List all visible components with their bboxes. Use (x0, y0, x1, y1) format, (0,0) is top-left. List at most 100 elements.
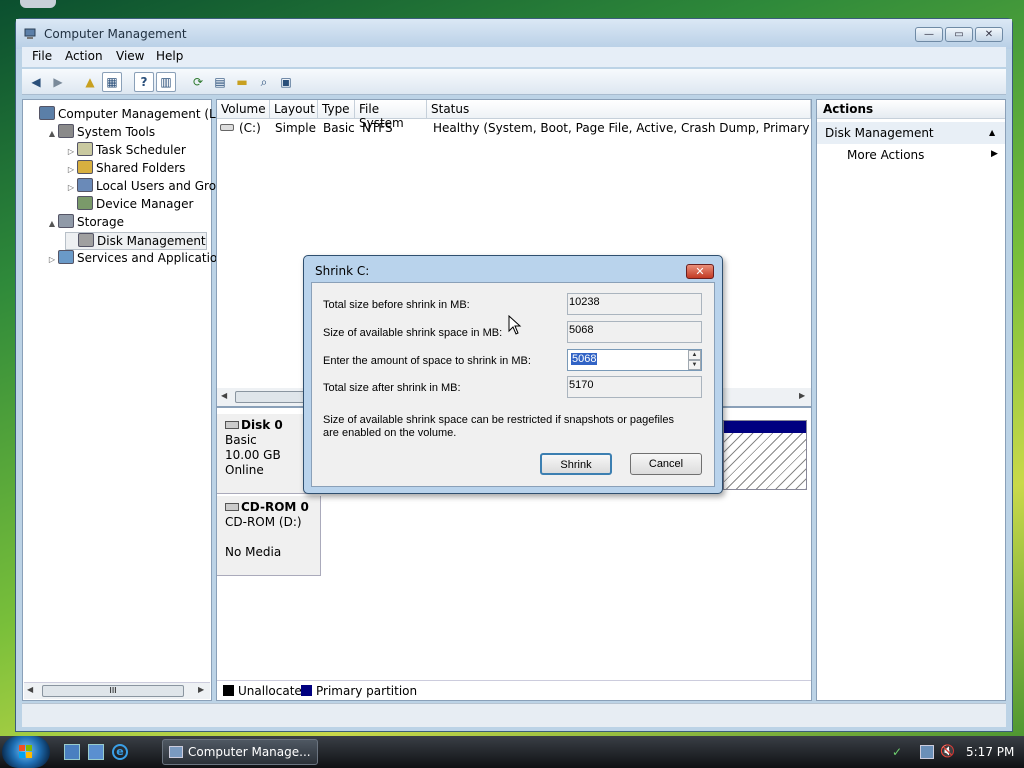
more-actions-item[interactable]: More Actions ▶ (847, 148, 998, 162)
back-arrow-icon[interactable]: ◀ (26, 72, 46, 92)
submenu-arrow-icon: ▶ (991, 149, 998, 159)
cell-layout: Simple (275, 121, 316, 135)
dialog-close-button[interactable]: ✕ (686, 264, 714, 279)
shrink-amount-value: 5068 (571, 353, 598, 365)
status-bar (22, 703, 1006, 727)
total-after-label: Total size after shrink in MB: (323, 382, 461, 394)
scroll-left-arrow-icon[interactable]: ◀ (27, 685, 33, 694)
legend-swatch-unallocated (223, 685, 234, 696)
tree-item[interactable]: Device Manager (65, 196, 193, 214)
show-hide-tree-icon[interactable]: ▦ (102, 72, 122, 92)
cancel-button[interactable]: Cancel (630, 453, 702, 475)
spin-up-icon[interactable]: ▲ (688, 350, 701, 360)
tree-item[interactable]: ▲ System Tools (46, 124, 155, 142)
expander-icon[interactable]: ▷ (65, 165, 77, 174)
tree-item[interactable]: ▲ Storage (46, 214, 124, 232)
scroll-right-arrow-icon[interactable]: ▶ (799, 391, 805, 400)
expander-icon[interactable]: ▷ (46, 255, 58, 264)
tree-item[interactable]: ▷ Services and Applications (46, 250, 231, 268)
collapse-up-icon[interactable]: ▲ (989, 128, 995, 137)
tree-horizontal-scrollbar[interactable]: ◀ III ▶ (24, 682, 210, 699)
menu-file[interactable]: File (32, 49, 52, 63)
column-header-volume[interactable]: Volume (217, 100, 270, 119)
menu-help[interactable]: Help (156, 49, 183, 63)
amount-label: Enter the amount of space to shrink in M… (323, 355, 531, 367)
security-check-icon[interactable]: ✓ (892, 745, 906, 759)
dialog-body: Total size before shrink in MB: 10238 Si… (311, 282, 715, 487)
column-header-file-system[interactable]: File System (355, 100, 427, 130)
table-row[interactable]: (C:) Simple Basic NTFS Healthy (System, … (217, 120, 811, 138)
expander-icon[interactable]: ▷ (65, 147, 77, 156)
disk-0-partition-c[interactable] (723, 420, 807, 490)
tree-item-label: Shared Folders (96, 161, 186, 175)
help-icon[interactable]: ? (134, 72, 154, 92)
shrink-button[interactable]: Shrink (540, 453, 612, 475)
taskbar-computer-management[interactable]: Computer Manage... (162, 739, 318, 765)
menu-view[interactable]: View (116, 49, 144, 63)
up-folder-icon[interactable]: ▲ (80, 72, 100, 92)
spin-down-icon[interactable]: ▼ (688, 360, 701, 370)
legend: Unallocated Primary partition (217, 680, 811, 700)
taskbar-task-label: Computer Manage... (188, 745, 311, 759)
tree-item-label: Computer Management (Local (58, 107, 241, 121)
cell-file-system: NTFS (362, 121, 393, 135)
volume-muted-icon[interactable]: 🔇 (940, 744, 955, 758)
disk-settings-icon[interactable]: ▣ (276, 72, 296, 92)
actions-section-disk-management[interactable]: Disk Management ▲ (817, 122, 1005, 144)
tree-item[interactable]: ▷ Shared Folders (65, 160, 185, 178)
disk-icon (78, 233, 94, 247)
device-manager-icon (77, 196, 93, 210)
computer-management-icon (169, 746, 183, 758)
search-icon[interactable]: ⌕ (254, 72, 274, 92)
properties-icon[interactable]: ▤ (210, 72, 230, 92)
computer-management-icon (24, 28, 36, 39)
partition-hatch (724, 433, 806, 489)
toolbar: ◀ ▶ ▲ ▦ ? ▥ ⟳ ▤ ▬ ⌕ ▣ (22, 69, 1006, 95)
start-button[interactable] (2, 736, 50, 768)
refresh-icon[interactable]: ⟳ (188, 72, 208, 92)
network-icon[interactable] (920, 745, 934, 759)
tree-item[interactable]: ▷ Task Scheduler (65, 142, 186, 160)
legend-swatch-primary (301, 685, 312, 696)
open-folder-icon[interactable]: ▬ (232, 72, 252, 92)
scroll-left-arrow-icon[interactable]: ◀ (221, 391, 227, 400)
minimize-button[interactable]: — (915, 27, 943, 42)
legend-unallocated: Unallocated (238, 684, 310, 698)
tree-item-label: Task Scheduler (96, 143, 186, 157)
scroll-right-arrow-icon[interactable]: ▶ (198, 685, 204, 694)
recycle-bin-icon[interactable] (20, 0, 56, 8)
close-window-button[interactable]: ✕ (975, 27, 1003, 42)
column-header-type[interactable]: Type (318, 100, 355, 119)
expander-icon[interactable]: ▲ (46, 129, 58, 138)
cdrom-0-label[interactable]: CD-ROM 0 CD-ROM (D:) No Media (217, 496, 321, 576)
shrink-amount-input[interactable]: 5068 ▲ ▼ (567, 349, 702, 371)
expander-icon[interactable]: ▷ (65, 183, 77, 192)
cdrom-0-size (225, 530, 312, 545)
users-icon (77, 178, 93, 192)
services-icon (58, 250, 74, 264)
column-header-layout[interactable]: Layout (270, 100, 318, 119)
clock[interactable]: 5:17 PM (966, 745, 1014, 759)
storage-icon (58, 214, 74, 228)
tree-item[interactable]: Disk Management (65, 232, 207, 250)
tree-item[interactable]: Computer Management (Local (27, 106, 240, 124)
menu-action[interactable]: Action (65, 49, 103, 63)
forward-arrow-icon[interactable]: ▶ (48, 72, 68, 92)
internet-explorer-icon[interactable]: e (112, 744, 128, 760)
shrink-dialog: Shrink C: ✕ Total size before shrink in … (303, 255, 723, 494)
column-header-status[interactable]: Status (427, 100, 811, 119)
disk-0-type: Basic (225, 433, 257, 447)
expander-icon[interactable]: ▲ (46, 219, 58, 228)
tree-item[interactable]: ▷ Local Users and Groups (65, 178, 238, 196)
switch-windows-icon[interactable] (88, 744, 104, 760)
taskbar: e Computer Manage... ✓ 🔇 5:17 PM (0, 736, 1024, 768)
more-actions-label: More Actions (847, 148, 925, 162)
maximize-button[interactable]: ▭ (945, 27, 973, 42)
mouse-cursor-icon (508, 315, 522, 335)
tree-scroll-thumb[interactable]: III (42, 685, 184, 697)
show-desktop-icon[interactable] (64, 744, 80, 760)
disk-0-name: Disk 0 (241, 418, 283, 432)
total-before-field: 10238 (567, 293, 702, 315)
title-bar[interactable]: Computer Management — ▭ ✕ (16, 19, 1012, 49)
show-hide-action-pane-icon[interactable]: ▥ (156, 72, 176, 92)
